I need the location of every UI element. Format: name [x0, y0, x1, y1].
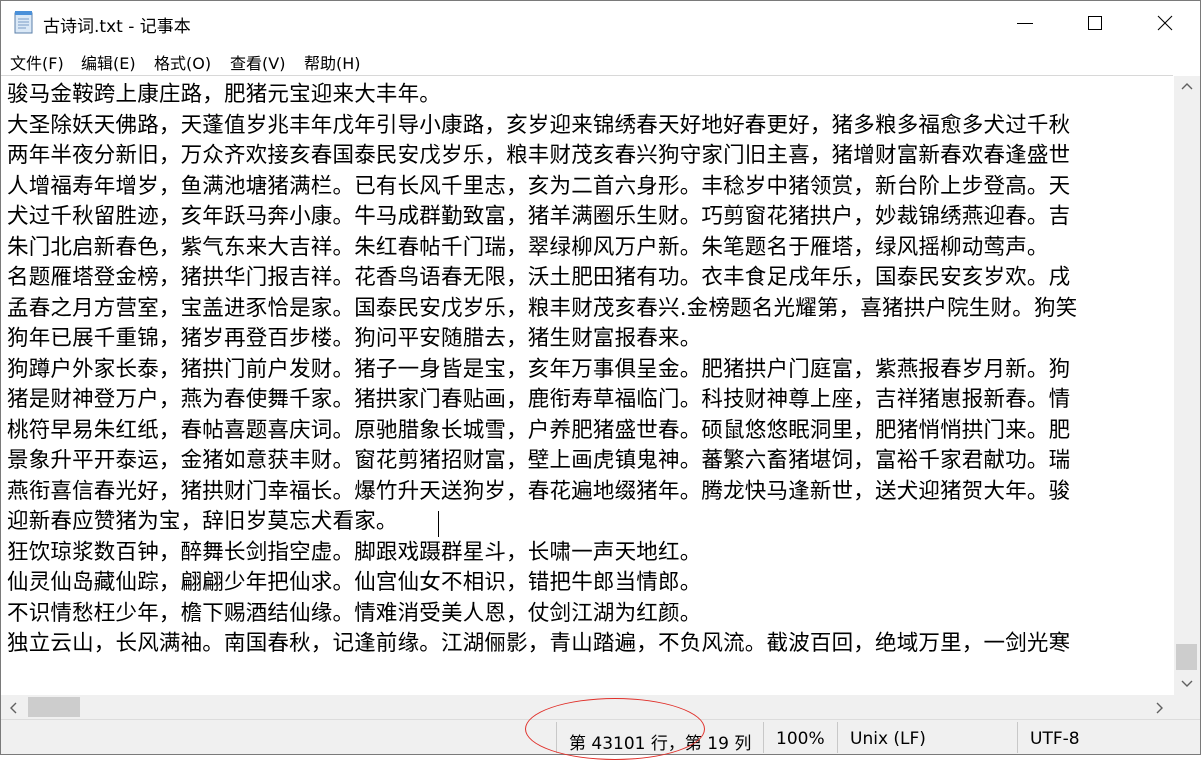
text-line: 大圣除妖天佛路，天蓬值岁兆丰年戊年引导小康路，亥岁迎来锦绣春天好地好春更好，猪多… — [7, 113, 1071, 138]
window-title: 古诗词.txt - 记事本 — [43, 17, 191, 37]
scroll-left-icon[interactable] — [9, 702, 17, 714]
menu-format[interactable]: 格式(O) — [154, 50, 211, 74]
encoding: UTF-8 — [1030, 729, 1080, 749]
close-button[interactable] — [1130, 1, 1200, 45]
text-line: 狗年已展千重锦，猪岁再登百步楼。狗问平安随腊去，猪生财富报春来。 — [7, 326, 702, 351]
scroll-up-icon[interactable] — [1181, 82, 1193, 90]
maximize-icon — [1088, 16, 1102, 30]
menu-bar: 文件(F) 编辑(E) 格式(O) 查看(V) 帮助(H) — [1, 45, 1200, 75]
zoom-level: 100% — [776, 729, 825, 749]
horizontal-scroll-thumb[interactable] — [28, 697, 80, 717]
minimize-button[interactable] — [990, 1, 1060, 45]
scroll-right-icon[interactable] — [1156, 702, 1164, 714]
text-line: 桃符早易朱红纸，春帖喜题喜庆词。原驰腊象长城雪，户养肥猪盛世春。硕鼠悠悠眠洞里，… — [7, 418, 1071, 443]
text-line: 朱门北启新春色，紫气东来大吉祥。朱红春帖千门瑞，翠绿柳风万户新。朱笔题名于雁塔，… — [7, 235, 1049, 260]
title-bar[interactable]: 古诗词.txt - 记事本 — [1, 1, 1200, 45]
text-line: 独立云山，长风满袖。南国春秋，记逢前缘。江湖俪影，青山踏遍，不负风流。截波百回，… — [7, 631, 1071, 656]
status-divider — [763, 722, 764, 753]
scroll-down-icon[interactable] — [1181, 680, 1193, 688]
text-line: 人增福寿年增岁，鱼满池塘猪满栏。已有长风千里志，亥为二首六身形。丰稔岁中猪领赏，… — [7, 174, 1071, 199]
text-line: 迎新春应赞猪为宝，辞旧岁莫忘犬看家。 — [7, 509, 398, 534]
text-editor[interactable]: 骏马金鞍跨上康庄路，肥猪元宝迎来大丰年。 大圣除妖天佛路，天蓬值岁兆丰年戊年引导… — [1, 75, 1173, 696]
menu-view[interactable]: 查看(V) — [230, 50, 285, 74]
scrollbar-corner — [1174, 695, 1200, 719]
vertical-scrollbar[interactable] — [1174, 76, 1200, 695]
status-divider — [837, 722, 838, 753]
annotation-highlight-ellipse — [525, 698, 705, 760]
text-line: 骏马金鞍跨上康庄路，肥猪元宝迎来大丰年。 — [7, 82, 442, 107]
notepad-window: 古诗词.txt - 记事本 文件(F) 编辑(E) 格式(O) 查看(V) 帮助… — [0, 0, 1201, 755]
text-line: 不识情愁枉少年，檐下赐酒结仙缘。情难消受美人恩，仗剑江湖为红颜。 — [7, 601, 702, 626]
text-line: 名题雁塔登金榜，猪拱华门报吉祥。花香鸟语春无限，沃土肥田猪有功。衣丰食足戌年乐，… — [7, 265, 1071, 290]
text-line: 猪是财神登万户，燕为春使舞千家。猪拱家门春贴画，鹿衔寿草福临门。科技财神尊上座，… — [7, 387, 1071, 412]
text-line: 狗蹲户外家长泰，猪拱门前户发财。猪子一身皆是宝，亥年万事俱呈金。肥猪拱户门庭富，… — [7, 357, 1071, 382]
text-line: 仙灵仙岛藏仙踪，翩翩少年把仙求。仙宫仙女不相识，错把牛郎当情郎。 — [7, 570, 702, 595]
text-line: 孟春之月方营室，宝盖进豕恰是家。国泰民安戊岁乐，粮丰财茂亥春兴.金榜题名光耀第，… — [7, 296, 1078, 321]
line-ending: Unix (LF) — [850, 729, 926, 749]
text-line: 景象升平开泰运，金猪如意获丰财。窗花剪猪招财富，壁上画虎镇鬼神。蕃繁六畜猪堪饲，… — [7, 448, 1071, 473]
status-divider — [1017, 722, 1018, 753]
text-line: 燕衔喜信春光好，猪拱财门幸福长。爆竹升天送狗岁，春花遍地缀猪年。腾龙快马逢新世，… — [7, 479, 1071, 504]
menu-help[interactable]: 帮助(H) — [304, 50, 361, 74]
text-line: 狂饮琼浆数百钟，醉舞长剑指空虚。脚跟戏蹑群星斗，长啸一声天地红。 — [7, 540, 702, 565]
text-caret — [438, 511, 439, 537]
text-line: 两年半夜分新旧，万众齐欢接亥春国泰民安戊岁乐，粮丰财茂亥春兴狗守家门旧主喜，猪增… — [7, 143, 1071, 168]
notepad-icon — [14, 10, 34, 34]
text-line: 犬过千秋留胜迹，亥年跃马奔小康。牛马成群勤致富，猪羊满圈乐生财。巧剪窗花猪拱户，… — [7, 204, 1071, 229]
close-icon — [1157, 15, 1173, 31]
minimize-icon — [1017, 23, 1033, 24]
menu-file[interactable]: 文件(F) — [10, 50, 64, 74]
maximize-button[interactable] — [1060, 1, 1130, 45]
vertical-scroll-thumb[interactable] — [1176, 644, 1197, 670]
menu-edit[interactable]: 编辑(E) — [81, 50, 136, 74]
